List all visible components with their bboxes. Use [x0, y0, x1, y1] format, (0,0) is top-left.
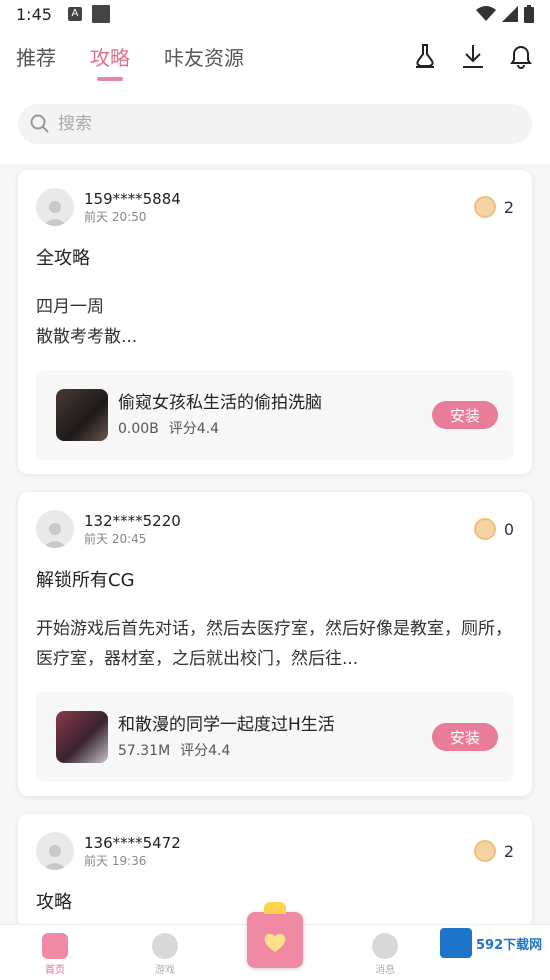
post-body: 四月一周 散散考考散...: [36, 297, 138, 347]
status-time: 1:45: [16, 4, 52, 24]
post-time: 前天 20:45: [84, 531, 147, 546]
nav-label: 消息: [375, 965, 395, 976]
install-button[interactable]: 安装: [432, 723, 498, 751]
watermark: 592下载网: [440, 928, 550, 958]
game-name: 偷窥女孩私生活的偷拍洗脑: [118, 393, 322, 413]
watermark-logo-icon: [440, 928, 472, 958]
post-card[interactable]: 132****5220 前天 20:45 0 解锁所有CG 开始游戏后首先对话，…: [18, 492, 532, 796]
search-bar[interactable]: [18, 104, 532, 144]
username[interactable]: 159****5884: [84, 190, 181, 209]
top-nav: 推荐 攻略 咔友资源: [0, 28, 550, 84]
message-icon: [372, 933, 398, 959]
nav-games[interactable]: 游戏: [110, 925, 220, 980]
game-name: 和散漫的同学一起度过H生活: [118, 715, 335, 735]
watermark-text: 592下载网: [476, 937, 543, 953]
post-title: 解锁所有CG: [36, 570, 135, 591]
game-size: 0.00B: [118, 421, 159, 437]
coin-count: 0: [503, 519, 514, 539]
gamepad-icon: [152, 933, 178, 959]
signal-icon: [502, 6, 518, 22]
game-thumbnail: [56, 711, 108, 763]
username[interactable]: 136****5472: [84, 834, 181, 853]
post-feed: 159****5884 前天 20:50 2 全攻略 四月一周 散散考考散...…: [0, 164, 550, 924]
coin-reward[interactable]: 0: [473, 518, 514, 540]
gift-button[interactable]: [247, 902, 303, 968]
game-size: 57.31M: [118, 743, 171, 759]
game-score: 评分4.4: [180, 743, 231, 759]
search-input[interactable]: [58, 114, 458, 134]
ghost-home-icon: [42, 933, 68, 959]
post-body: 开始游戏后首先对话，然后去医疗室，然后好像是教室，厕所，医疗室，器材室，之后就出…: [36, 619, 512, 669]
tab-user-resources[interactable]: 咔友资源: [164, 42, 244, 71]
post-time: 前天 20:50: [84, 209, 147, 224]
avatar[interactable]: [36, 832, 74, 870]
avatar[interactable]: [36, 510, 74, 548]
status-bar: 1:45 A: [0, 0, 550, 28]
post-title: 全攻略: [36, 248, 90, 269]
notification-a-icon: A: [67, 7, 82, 21]
nav-label: 首页: [45, 965, 65, 976]
coin-icon: [473, 840, 496, 862]
wifi-icon: [476, 6, 496, 21]
battery-icon: [524, 5, 534, 23]
bell-icon[interactable]: [508, 43, 534, 69]
coin-icon: [473, 196, 496, 218]
username[interactable]: 132****5220: [84, 512, 181, 531]
coin-reward[interactable]: 2: [473, 196, 514, 218]
coin-reward[interactable]: 2: [473, 840, 514, 862]
tab-guides[interactable]: 攻略: [90, 42, 130, 71]
nav-label: 游戏: [155, 965, 175, 976]
coin-icon: [473, 518, 496, 540]
coin-count: 2: [503, 841, 514, 861]
avatar[interactable]: [36, 188, 74, 226]
coin-count: 2: [503, 197, 514, 217]
cleanup-broom-icon[interactable]: [412, 43, 438, 69]
post-time: 前天 19:36: [84, 853, 147, 868]
game-thumbnail: [56, 389, 108, 441]
search-icon: [30, 114, 49, 133]
game-card[interactable]: 和散漫的同学一起度过H生活 57.31M 评分4.4 安装: [36, 692, 514, 782]
search-area: [0, 84, 550, 164]
download-icon[interactable]: [460, 43, 486, 69]
post-card[interactable]: 159****5884 前天 20:50 2 全攻略 四月一周 散散考考散...…: [18, 170, 532, 474]
game-card[interactable]: 偷窥女孩私生活的偷拍洗脑 0.00B 评分4.4 安装: [36, 370, 514, 460]
tab-recommend[interactable]: 推荐: [16, 42, 56, 71]
nav-home[interactable]: 首页: [0, 925, 110, 980]
install-button[interactable]: 安装: [432, 401, 498, 429]
notification-square-icon: [91, 5, 110, 23]
nav-messages[interactable]: 消息: [330, 925, 440, 980]
game-score: 评分4.4: [168, 421, 220, 437]
gift-heart-icon: [264, 933, 286, 952]
